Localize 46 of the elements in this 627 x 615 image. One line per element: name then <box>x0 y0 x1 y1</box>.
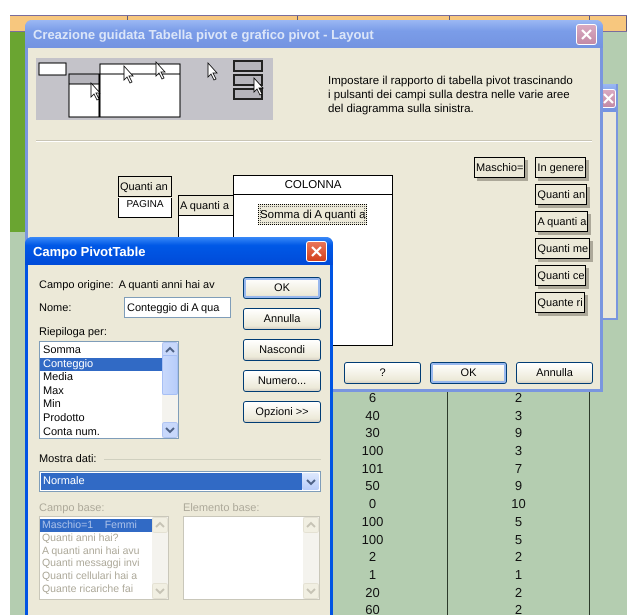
dialog-button[interactable]: Opzioni >> <box>243 401 321 423</box>
table-cell: 7 <box>448 460 590 478</box>
list-item[interactable]: Max <box>40 384 162 398</box>
list-item[interactable]: Prodotto <box>40 412 162 426</box>
table-cell: 9 <box>448 477 590 496</box>
base-item-label: Elemento base: <box>183 502 260 514</box>
table-cell: 3 <box>448 406 590 424</box>
close-button[interactable] <box>306 240 327 262</box>
instructions-text: Impostare il rapporto di tabella pivot trascinando i pulsanti dei campi sulla destra nelle varie aree del diagramma sulla sinistra. <box>328 74 574 116</box>
scroll-down-icon[interactable] <box>162 422 178 438</box>
list-item[interactable]: Min <box>40 398 162 412</box>
dialog-button[interactable]: OK <box>243 277 321 299</box>
table-cell: 3 <box>448 442 590 460</box>
name-label: Nome: <box>39 302 72 314</box>
close-icon <box>602 92 614 104</box>
source-field-label: Campo origine: <box>39 279 114 291</box>
source-field-value: A quanti anni hai av <box>118 279 215 291</box>
close-icon <box>580 28 593 40</box>
list-item[interactable]: Media <box>40 371 162 385</box>
summarize-list[interactable]: Somma Conteggio Media Max Min Prodotto Conta num. <box>39 341 179 439</box>
scrollbar[interactable] <box>162 342 178 438</box>
summarize-label: Riepiloga per: <box>39 326 108 338</box>
table-cell: 5 <box>448 512 590 530</box>
list-item[interactable]: Somma <box>40 344 162 358</box>
list-item[interactable]: Conta num. <box>40 426 162 438</box>
dialog-button[interactable]: Numero... <box>243 370 321 392</box>
list-item[interactable]: Conteggio <box>40 358 162 372</box>
table-cell: 2 <box>448 548 590 566</box>
scroll-thumb[interactable] <box>162 355 178 395</box>
base-item-list[interactable] <box>183 516 320 600</box>
dialog-button[interactable]: Nascondi <box>243 339 321 361</box>
table-cell: 5 <box>448 530 590 548</box>
table-cell: 2 <box>448 601 590 615</box>
dialog-button[interactable]: Annulla <box>243 308 321 330</box>
window-title: Campo PivotTable <box>33 244 146 258</box>
window-title: Creazione guidata Tabella pivot e grafico pivot - Layout <box>33 26 375 42</box>
name-field[interactable]: Conteggio di A qua <box>124 297 231 318</box>
base-field-label: Campo base: <box>39 502 106 514</box>
show-data-dropdown[interactable]: Normale <box>39 471 321 492</box>
table-cell: 2 <box>448 584 590 602</box>
show-data-label: Mostra dati: <box>39 453 96 465</box>
table-cell: 9 <box>448 424 590 442</box>
table-cell: 1 <box>448 566 590 584</box>
table-cell: 10 <box>448 495 590 513</box>
close-icon <box>310 244 323 258</box>
chevron-down-icon <box>306 478 316 486</box>
